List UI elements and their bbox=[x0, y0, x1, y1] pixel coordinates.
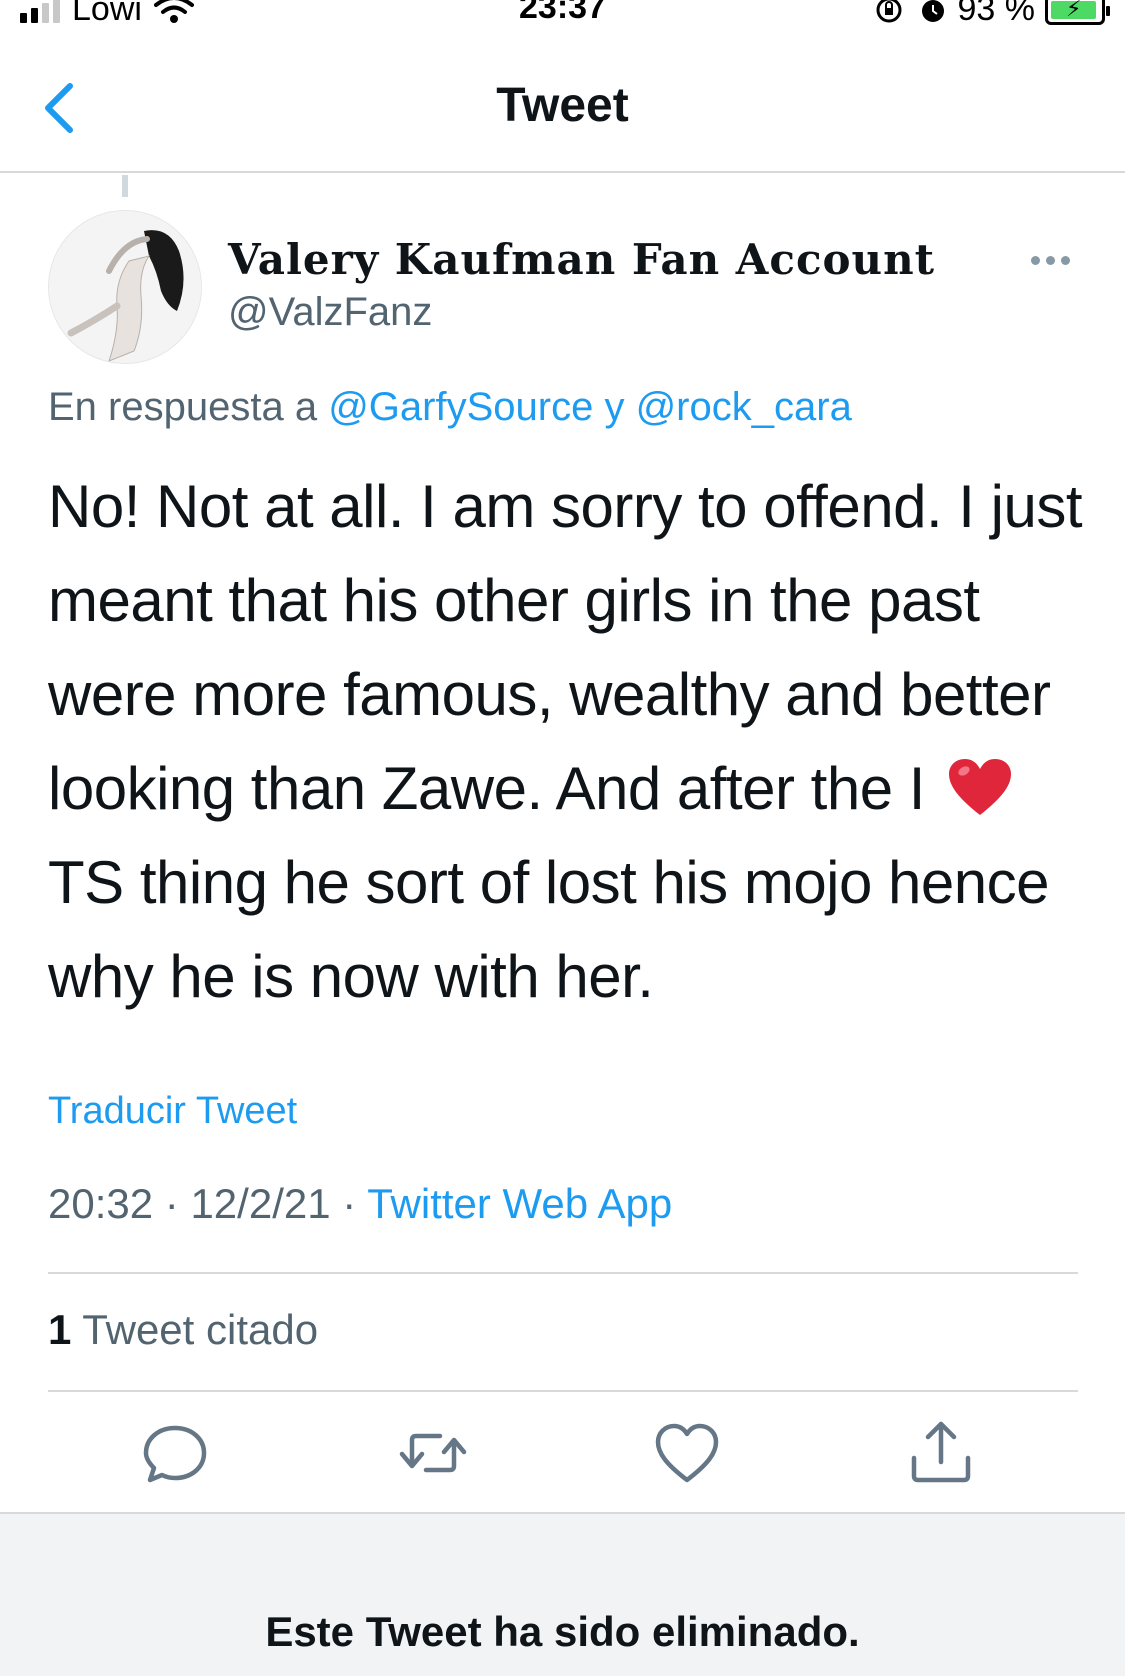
meta-separator: · bbox=[164, 1180, 179, 1227]
divider bbox=[48, 1272, 1078, 1274]
retweet-icon[interactable] bbox=[398, 1418, 468, 1488]
like-icon[interactable] bbox=[652, 1418, 722, 1488]
tweet-text-part: No! Not at all. I am sorry to offend. I … bbox=[48, 473, 1083, 822]
display-name[interactable]: Valery Kaufman Fan Account bbox=[228, 235, 935, 284]
alarm-icon bbox=[921, 0, 944, 22]
red-heart-emoji-icon bbox=[949, 759, 1012, 815]
tweet-text-part: TS thing he sort of lost his mojo hence … bbox=[48, 849, 1050, 1010]
tweet-metadata: 20:32 · 12/2/21 · Twitter Web App bbox=[48, 1180, 672, 1228]
page-title: Tweet bbox=[496, 79, 629, 132]
status-bar-right: 93 % ⚡ bbox=[874, 0, 1110, 29]
reply-prefix: En respuesta a bbox=[48, 385, 318, 429]
user-handle[interactable]: @ValzFanz bbox=[228, 290, 432, 335]
translate-tweet-link[interactable]: Traducir Tweet bbox=[48, 1090, 297, 1133]
reply-user-link[interactable]: @rock_cara bbox=[636, 385, 852, 429]
reply-user-link[interactable]: @GarfySource bbox=[328, 385, 593, 429]
battery-icon: ⚡ bbox=[1045, 0, 1110, 25]
orientation-lock-icon bbox=[876, 0, 901, 22]
divider bbox=[48, 1390, 1078, 1392]
more-options-icon[interactable] bbox=[1025, 245, 1075, 275]
quote-tweets-link[interactable]: 1 Tweet citado bbox=[48, 1306, 318, 1354]
status-bar: Lowi 23:37 93 % ⚡ bbox=[0, 0, 1125, 40]
deleted-tweet-panel: Este Tweet ha sido eliminado. bbox=[0, 1512, 1125, 1676]
charging-bolt-icon: ⚡ bbox=[1066, 0, 1082, 21]
reply-icon[interactable] bbox=[140, 1418, 210, 1488]
navigation-header: Tweet bbox=[0, 40, 1125, 173]
quote-count: 1 bbox=[48, 1306, 72, 1353]
battery-percentage: 93 % bbox=[957, 0, 1036, 28]
tweet-date: 12/2/21 bbox=[190, 1180, 331, 1227]
quote-label: Tweet citado bbox=[82, 1306, 319, 1353]
share-icon[interactable] bbox=[906, 1418, 976, 1488]
deleted-notice: Este Tweet ha sido eliminado. bbox=[265, 1608, 860, 1655]
reply-joiner: y bbox=[604, 385, 625, 429]
meta-separator: · bbox=[342, 1180, 357, 1227]
tweet-action-bar bbox=[0, 1418, 1125, 1498]
avatar-photo bbox=[49, 211, 201, 363]
tweet-source-link[interactable]: Twitter Web App bbox=[367, 1180, 672, 1227]
thread-connector-line bbox=[122, 175, 128, 197]
tweet-body: No! Not at all. I am sorry to offend. I … bbox=[48, 460, 1088, 1024]
tweet-time: 20:32 bbox=[48, 1180, 154, 1227]
avatar[interactable] bbox=[48, 210, 202, 364]
reply-context: En respuesta a @GarfySource y @rock_cara bbox=[48, 385, 852, 430]
